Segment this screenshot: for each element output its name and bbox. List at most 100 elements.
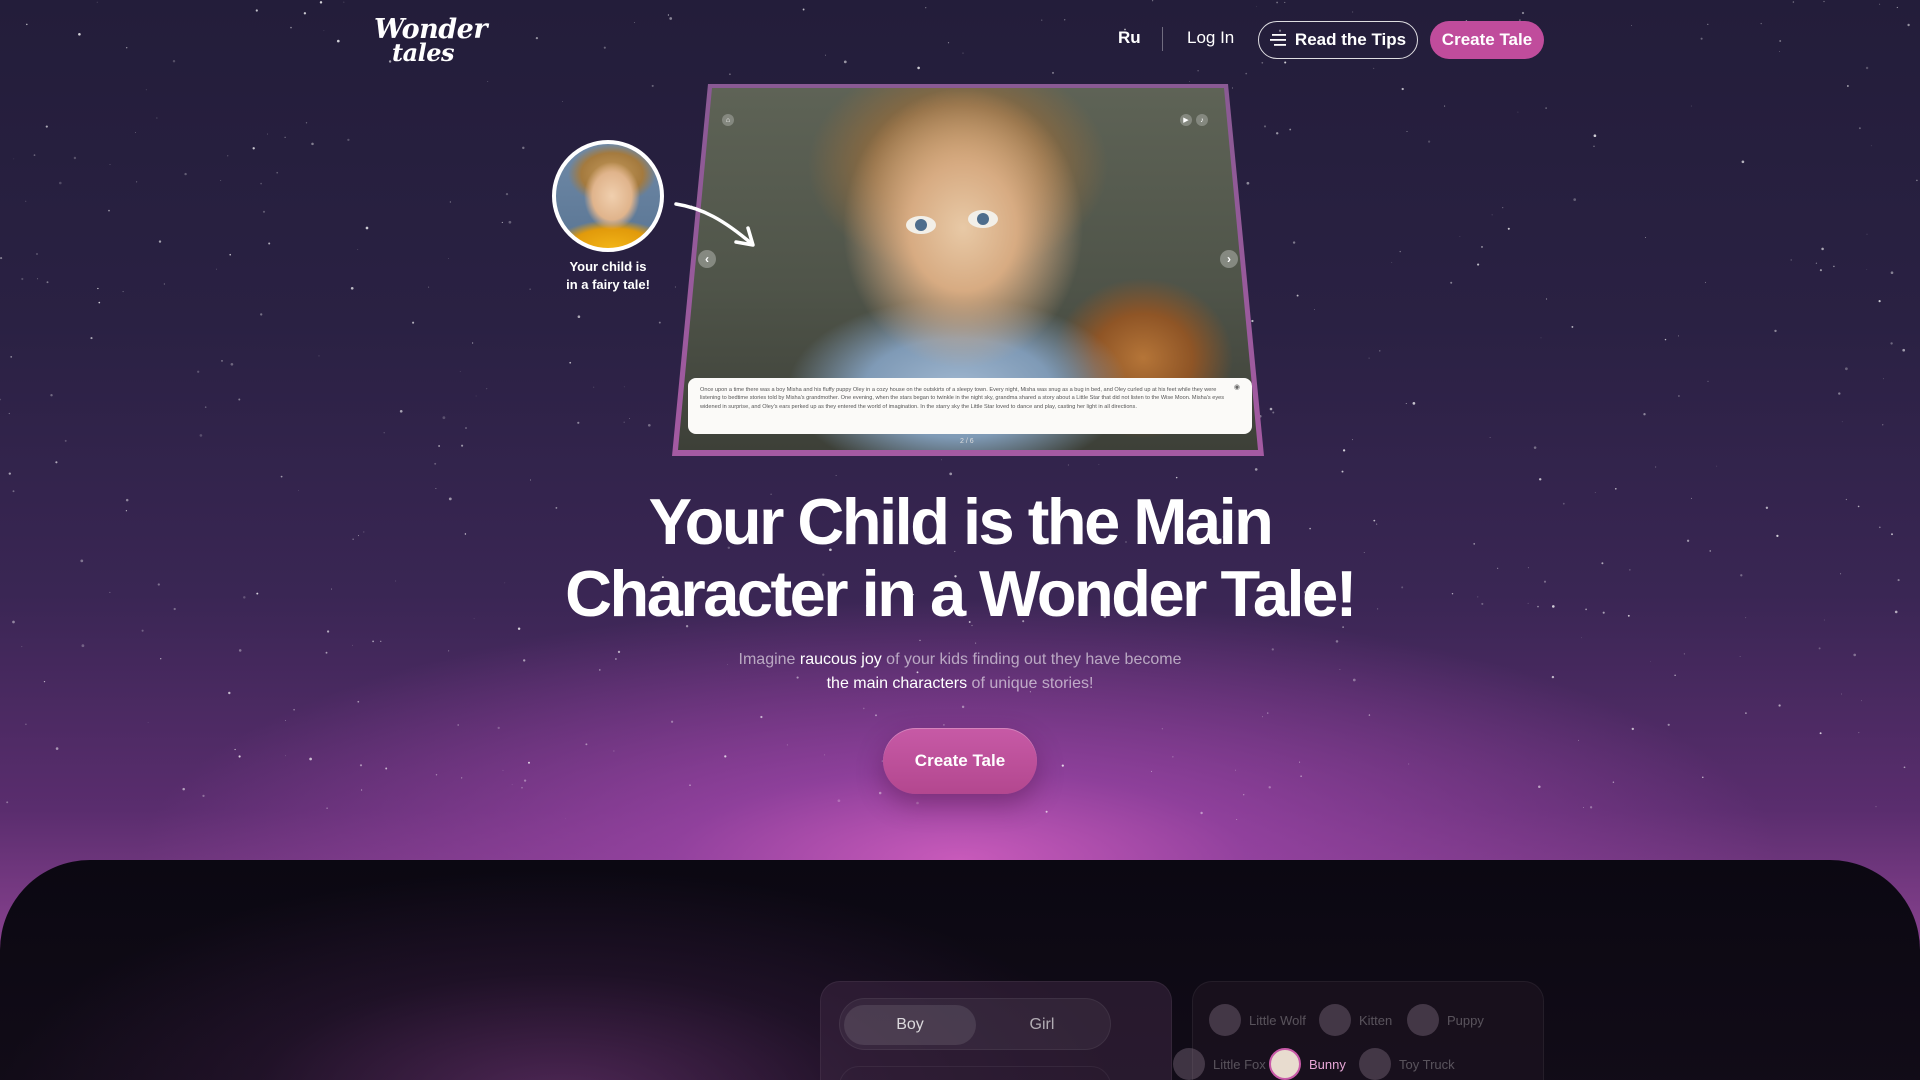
- star: [1296, 294, 1299, 297]
- star: [78, 33, 81, 36]
- language-switch[interactable]: Ru: [1118, 28, 1141, 48]
- logo-line-2: tales: [392, 38, 455, 67]
- star: [64, 439, 67, 442]
- star: [577, 315, 581, 319]
- star: [1261, 716, 1264, 718]
- eye-icon[interactable]: ◉: [1234, 384, 1240, 392]
- star: [1819, 269, 1822, 272]
- star: [487, 80, 489, 82]
- star: [1540, 337, 1542, 339]
- star: [21, 646, 23, 648]
- gender-option-boy[interactable]: Boy: [844, 1005, 976, 1045]
- star: [1612, 781, 1615, 783]
- character-label: Little Wolf: [1249, 1012, 1306, 1028]
- star: [13, 158, 15, 160]
- login-link[interactable]: Log In: [1187, 28, 1234, 48]
- hero-subtitle: Imagine raucous joy of your kids finding…: [660, 648, 1260, 696]
- star: [37, 278, 39, 280]
- create-tale-main-button[interactable]: Create Tale: [883, 728, 1037, 794]
- star: [508, 220, 512, 224]
- star: [1189, 81, 1190, 82]
- star: [1664, 338, 1667, 341]
- star: [949, 472, 953, 476]
- star: [336, 39, 340, 43]
- music-icon[interactable]: ♪: [1196, 114, 1208, 126]
- star: [108, 209, 110, 212]
- logo[interactable]: Wonder tales: [374, 14, 488, 68]
- character-chip-little-fox[interactable]: Little Fox: [1173, 1048, 1266, 1080]
- star: [941, 459, 943, 461]
- star: [1551, 605, 1555, 608]
- name-field[interactable]: [839, 1066, 1111, 1080]
- star: [157, 583, 160, 586]
- star: [502, 769, 504, 771]
- star: [325, 651, 328, 654]
- star: [238, 755, 241, 758]
- star: [1702, 776, 1704, 779]
- character-chip-toy-truck[interactable]: Toy Truck: [1359, 1048, 1455, 1080]
- star: [1593, 145, 1595, 147]
- character-chip-puppy[interactable]: Puppy: [1407, 1004, 1484, 1036]
- create-tale-nav-button[interactable]: Create Tale: [1430, 21, 1544, 59]
- nav-divider: [1162, 27, 1163, 51]
- star: [1890, 342, 1893, 345]
- star: [461, 777, 463, 779]
- star: [824, 754, 826, 756]
- star: [613, 750, 615, 752]
- star: [511, 783, 513, 785]
- star: [448, 650, 450, 652]
- star: [6, 801, 9, 804]
- star: [802, 8, 805, 11]
- subtitle-part-1: Imagine: [738, 651, 800, 668]
- star: [1368, 714, 1371, 716]
- star: [1041, 19, 1043, 21]
- star: [1373, 67, 1375, 69]
- star: [1533, 446, 1537, 449]
- character-chip-little-wolf[interactable]: Little Wolf: [1209, 1004, 1306, 1036]
- star: [475, 395, 477, 397]
- star: [1878, 526, 1881, 529]
- star: [1477, 263, 1480, 266]
- star: [96, 1, 98, 3]
- fox-icon: [1173, 1048, 1205, 1080]
- star: [670, 720, 674, 723]
- menu-icon: [1269, 34, 1286, 46]
- star: [1275, 132, 1279, 135]
- star: [674, 286, 676, 288]
- star: [1823, 0, 1825, 3]
- star: [1865, 66, 1869, 70]
- star: [184, 172, 187, 176]
- star: [1583, 807, 1584, 808]
- star: [260, 182, 262, 185]
- star: [623, 386, 625, 388]
- star: [1683, 653, 1686, 655]
- read-tips-button[interactable]: Read the Tips: [1258, 21, 1418, 59]
- star: [1379, 350, 1381, 352]
- star: [565, 818, 566, 820]
- star: [1289, 128, 1292, 131]
- character-label: Bunny: [1309, 1056, 1346, 1072]
- character-chip-bunny[interactable]: Bunny: [1269, 1048, 1346, 1080]
- star: [1740, 574, 1743, 577]
- subtitle-highlight-1: raucous joy: [799, 651, 882, 668]
- next-page-arrow-icon[interactable]: ›: [1220, 250, 1238, 268]
- star: [359, 764, 363, 767]
- star: [1545, 107, 1547, 109]
- play-icon[interactable]: ▶: [1180, 114, 1192, 126]
- star: [1067, 464, 1069, 466]
- star: [1654, 466, 1657, 468]
- star: [1709, 550, 1711, 552]
- star: [1627, 614, 1630, 617]
- gender-option-girl[interactable]: Girl: [976, 1005, 1108, 1045]
- star: [350, 286, 354, 290]
- star: [1243, 794, 1245, 796]
- star: [1064, 19, 1066, 21]
- home-icon[interactable]: ⌂: [722, 114, 734, 126]
- subtitle-highlight-2: the main characters: [826, 675, 968, 692]
- star: [1690, 497, 1692, 499]
- star: [1412, 402, 1416, 405]
- illustration-eye-right: [968, 210, 998, 228]
- star: [267, 133, 268, 135]
- character-chip-kitten[interactable]: Kitten: [1319, 1004, 1392, 1036]
- star: [1741, 160, 1745, 164]
